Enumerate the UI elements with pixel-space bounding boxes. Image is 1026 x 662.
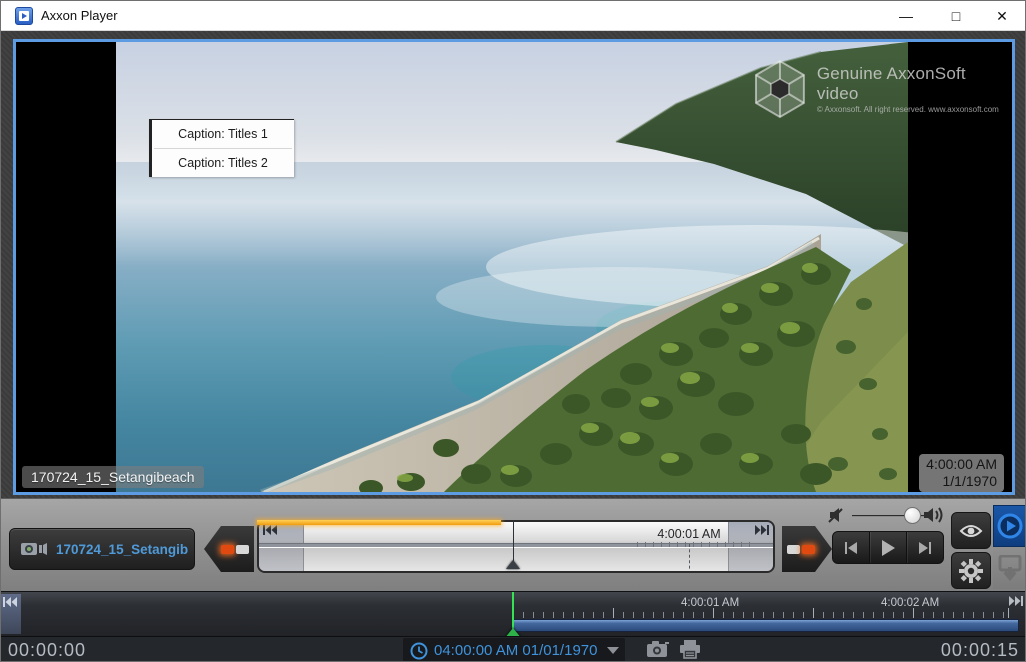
timeline-major-tick bbox=[713, 608, 714, 618]
seek-ticks bbox=[637, 542, 757, 547]
app-window: Axxon Player — □ ✕ bbox=[0, 0, 1026, 662]
minimize-icon: — bbox=[899, 8, 913, 24]
play-icon bbox=[880, 540, 896, 556]
next-alarm-icon-dot bbox=[787, 545, 800, 554]
next-frame-button[interactable] bbox=[906, 532, 943, 563]
caption-overlay: Caption: Titles 1 Caption: Titles 2 bbox=[149, 119, 294, 177]
range-end-time: 00:00:15 bbox=[941, 640, 1019, 661]
printer-button[interactable] bbox=[679, 640, 701, 659]
chevron-down-icon bbox=[607, 647, 619, 654]
prev-frame-button[interactable] bbox=[833, 532, 869, 563]
watermark-subtitle: © Axxonsoft. All right reserved. www.axx… bbox=[817, 105, 1012, 114]
watermark: Genuine AxxonSoft video © Axxonsoft. All… bbox=[749, 58, 1012, 120]
next-frame-icon bbox=[918, 542, 932, 554]
eye-icon bbox=[959, 523, 983, 539]
recorded-track bbox=[257, 520, 501, 525]
timeline-ruler[interactable]: 4:00:01 AM 4:00:02 AM bbox=[1, 591, 1026, 636]
datetime-picker[interactable]: 04:00:00 AM 01/01/1970 bbox=[403, 638, 625, 662]
snapshot-button[interactable] bbox=[646, 640, 670, 658]
control-bar: 170724_15_Setangib 4:00:01 AM bbox=[1, 498, 1026, 591]
watermark-logo-icon bbox=[749, 58, 811, 120]
seek-time-label: 4:00:01 AM bbox=[644, 527, 734, 541]
maximize-icon: □ bbox=[952, 8, 960, 24]
osd-time: 4:00:00 AM bbox=[926, 456, 997, 473]
view-button[interactable] bbox=[951, 512, 991, 549]
settings-button[interactable] bbox=[951, 552, 991, 589]
transport-controls bbox=[832, 531, 944, 564]
maximize-button[interactable]: □ bbox=[933, 1, 979, 31]
prev-alarm-button[interactable] bbox=[204, 526, 254, 572]
caption-row: Caption: Titles 1 bbox=[152, 120, 294, 148]
camera-name-osd: 170724_15_Setangibeach bbox=[22, 466, 204, 488]
mute-icon[interactable] bbox=[828, 506, 848, 524]
seek-playhead-handle[interactable] bbox=[506, 560, 520, 569]
prev-frame-icon bbox=[844, 542, 858, 554]
timeline-tick-label: 4:00:02 AM bbox=[881, 597, 939, 609]
clock-icon bbox=[410, 642, 428, 660]
play-button[interactable] bbox=[869, 532, 906, 563]
timeline-major-tick bbox=[1008, 608, 1009, 618]
minimize-button[interactable]: — bbox=[883, 1, 929, 31]
title-bar: Axxon Player — □ ✕ bbox=[1, 1, 1026, 31]
video-tile[interactable]: Caption: Titles 1 Caption: Titles 2 Genu… bbox=[13, 39, 1015, 495]
timeline-major-tick bbox=[813, 608, 814, 618]
range-start-time: 00:00:00 bbox=[8, 640, 86, 661]
video-stage: Caption: Titles 1 Caption: Titles 2 Genu… bbox=[1, 31, 1026, 498]
watermark-title: Genuine AxxonSoft video bbox=[817, 64, 1012, 104]
prev-alarm-icon-dot bbox=[236, 545, 249, 554]
timeline-recorded-range[interactable] bbox=[513, 619, 1019, 632]
next-alarm-icon bbox=[802, 545, 815, 554]
camera-select-button[interactable]: 170724_15_Setangib bbox=[9, 528, 195, 570]
player-app-icon bbox=[15, 7, 33, 25]
volume-knob[interactable] bbox=[904, 507, 921, 524]
timeline-tick-label: 4:00:01 AM bbox=[681, 597, 739, 609]
next-alarm-button[interactable] bbox=[782, 526, 832, 572]
close-button[interactable]: ✕ bbox=[979, 1, 1025, 31]
close-icon: ✕ bbox=[996, 8, 1008, 25]
prev-alarm-icon bbox=[221, 545, 234, 554]
camera-icon bbox=[20, 541, 48, 557]
skip-start-icon bbox=[3, 597, 18, 607]
datetime-value: 04:00:00 AM 01/01/1970 bbox=[434, 642, 597, 659]
skip-end-icon bbox=[754, 525, 769, 535]
window-title: Axxon Player bbox=[41, 8, 118, 23]
camera-select-label: 170724_15_Setangib bbox=[56, 542, 191, 557]
timeline-major-tick bbox=[913, 608, 914, 618]
seek-live-marker bbox=[689, 544, 690, 573]
live-play-icon bbox=[997, 513, 1023, 539]
bottom-bar: 00:00:00 04:00:00 AM 01/01/1970 00:00:15 bbox=[1, 636, 1026, 662]
playback-mode-button[interactable] bbox=[993, 505, 1026, 547]
export-button[interactable] bbox=[993, 547, 1026, 589]
timeline-ticks bbox=[513, 612, 1009, 618]
skip-end-icon[interactable] bbox=[1008, 596, 1023, 606]
timeline-major-tick bbox=[613, 608, 614, 618]
timestamp-osd: 4:00:00 AM 1/1/1970 bbox=[919, 454, 1004, 492]
export-icon bbox=[998, 555, 1022, 581]
gear-icon bbox=[959, 559, 983, 583]
timeline-skip-start[interactable] bbox=[1, 594, 21, 634]
volume-icon[interactable] bbox=[923, 505, 945, 525]
caption-row: Caption: Titles 2 bbox=[152, 149, 294, 177]
skip-start-icon bbox=[263, 525, 278, 535]
osd-date: 1/1/1970 bbox=[926, 473, 997, 490]
